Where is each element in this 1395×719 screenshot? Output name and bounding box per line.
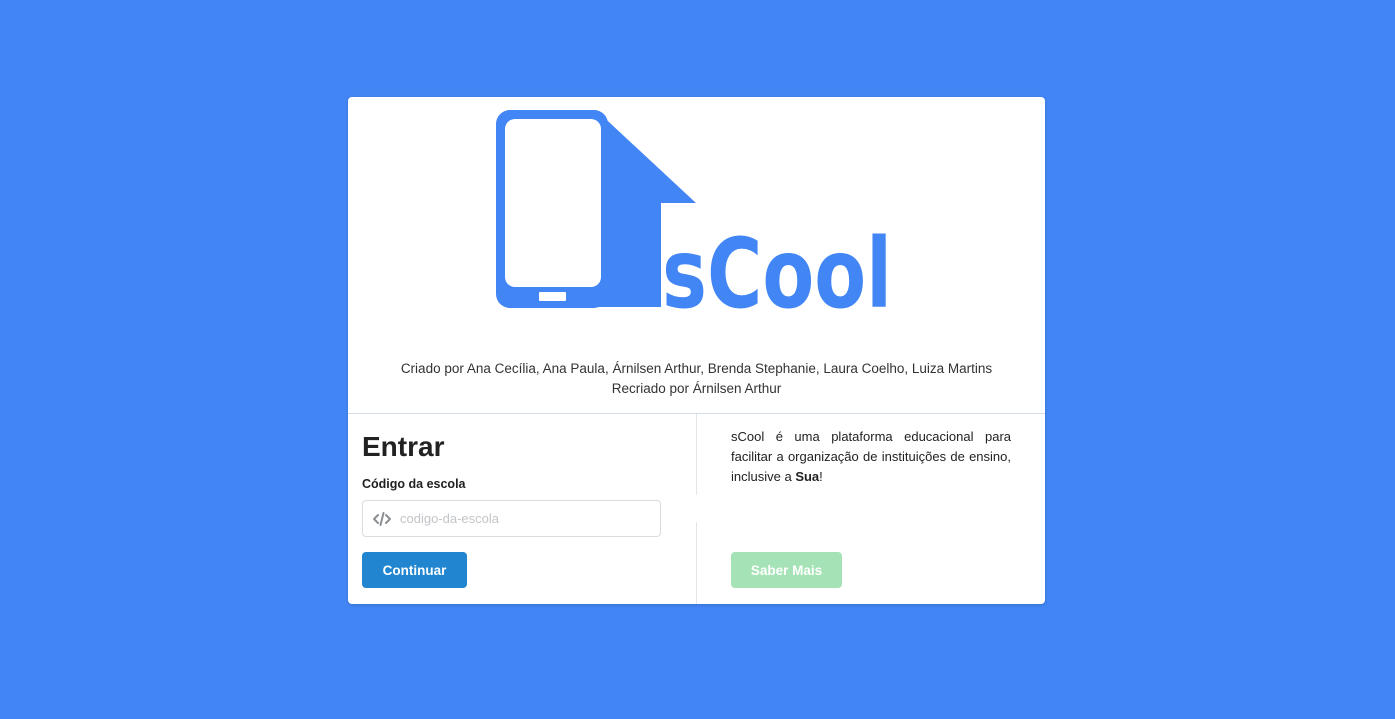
about-text-bold: Sua bbox=[795, 469, 820, 484]
credits-line-1: Criado por Ana Cecília, Ana Paula, Árnil… bbox=[400, 361, 993, 376]
login-section: Entrar Código da escola Continuar bbox=[348, 414, 696, 604]
logo-text: sCool bbox=[662, 218, 892, 312]
about-text-end: ! bbox=[819, 469, 823, 484]
school-code-input[interactable] bbox=[400, 501, 655, 536]
about-section: sCool é uma plataforma educacional para … bbox=[697, 414, 1045, 604]
logo-area: sCool Criado por Ana Cecília, Ana Paula,… bbox=[348, 97, 1045, 413]
continue-button[interactable]: Continuar bbox=[362, 552, 467, 588]
about-text: sCool é uma plataforma educacional para … bbox=[731, 429, 1011, 484]
login-card: sCool Criado por Ana Cecília, Ana Paula,… bbox=[348, 97, 1045, 604]
school-code-label: Código da escola bbox=[362, 477, 466, 491]
learn-more-button[interactable]: Saber Mais bbox=[731, 552, 842, 588]
code-icon bbox=[373, 512, 391, 526]
credits: Criado por Ana Cecília, Ana Paula, Árnil… bbox=[348, 359, 1045, 399]
about-description: sCool é uma plataforma educacional para … bbox=[731, 427, 1011, 487]
school-code-input-wrapper bbox=[362, 500, 661, 537]
credits-line-2: Recriado por Árnilsen Arthur bbox=[611, 381, 782, 396]
scool-logo: sCool bbox=[496, 110, 892, 312]
login-heading: Entrar bbox=[362, 431, 445, 462]
